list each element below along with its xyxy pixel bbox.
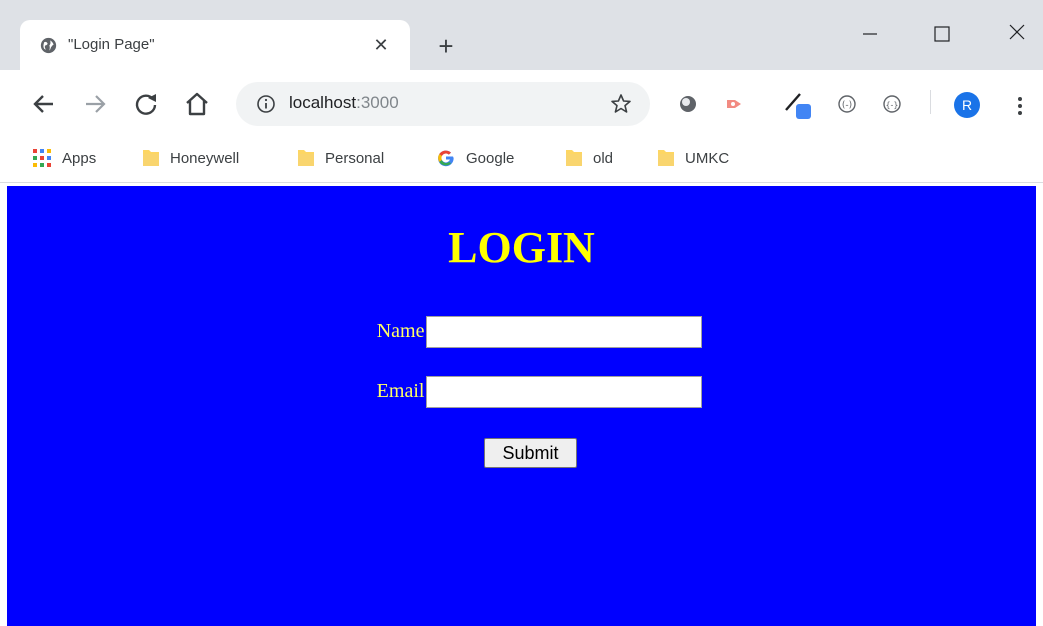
bookmark-star-icon[interactable] [609,92,633,116]
forward-arrow-icon[interactable] [79,88,111,120]
profile-avatar[interactable]: R [954,92,980,118]
bookmark-umkc[interactable]: UMKC [657,146,729,170]
tab-strip: "Login Page" ✕ + [0,0,1043,70]
home-icon[interactable] [181,88,213,120]
folder-icon [566,150,582,166]
globe-icon [40,37,57,54]
page-title: LOGIN [448,223,595,272]
tab-login-page[interactable]: "Login Page" ✕ [20,20,410,70]
extension-tag-icon[interactable] [723,92,747,116]
new-tab-button[interactable]: + [432,32,460,60]
eyedropper-extension-icon[interactable] [780,86,814,120]
more-menu-icon[interactable] [1010,94,1030,118]
maximize-icon[interactable] [922,14,962,48]
tab-title: "Login Page" [68,36,155,53]
extension-circle-icon[interactable] [676,92,700,116]
extension-json-icon[interactable]: {-} [880,92,904,116]
back-arrow-icon[interactable] [28,88,60,120]
bookmark-label: Apps [62,149,97,167]
folder-icon [298,150,314,166]
bookmark-label: UMKC [685,149,730,167]
browser-window: "Login Page" ✕ + localhost:3000 (-) {-} … [0,0,1043,626]
bookmark-label: Personal [325,149,385,167]
address-bar[interactable]: localhost:3000 [236,82,650,126]
apps-grid-icon [33,149,51,167]
email-input[interactable] [426,376,702,408]
bookmark-label: old [593,149,614,167]
name-input[interactable] [426,316,702,348]
bookmark-honeywell[interactable]: Honeywell [142,146,239,170]
page-content: LOGIN Name: Email: Submit [7,186,1036,626]
bookmark-google[interactable]: Google [436,146,514,170]
name-row: Name: [7,316,1036,352]
reload-icon[interactable] [130,88,162,120]
email-label: Email: [376,380,430,402]
email-row: Email: [7,376,1036,412]
name-label: Name: [376,320,430,342]
bookmark-apps[interactable]: Apps [32,146,96,170]
bookmarks-bar: Apps Honeywell Personal Google old UMKC [0,136,1043,183]
svg-text:(-): (-) [842,101,852,111]
extension-bracket-icon[interactable]: (-) [835,92,859,116]
bookmark-label: Google [466,149,515,167]
minimize-icon[interactable] [850,14,890,48]
folder-icon [143,150,159,166]
close-icon[interactable]: ✕ [370,34,392,56]
bookmark-personal[interactable]: Personal [297,146,384,170]
url-port: :3000 [356,93,399,112]
bookmark-label: Honeywell [170,149,240,167]
url-text: localhost:3000 [289,93,399,113]
info-icon[interactable] [256,94,276,114]
bookmark-old[interactable]: old [565,146,613,170]
svg-text:{-}: {-} [885,101,898,110]
browser-toolbar: localhost:3000 (-) {-} R [0,70,1043,136]
window-close-icon[interactable] [997,14,1037,48]
folder-icon [658,150,674,166]
toolbar-divider [930,90,931,114]
google-icon [438,150,454,167]
url-host: localhost [289,93,357,112]
submit-button[interactable]: Submit [484,438,577,468]
